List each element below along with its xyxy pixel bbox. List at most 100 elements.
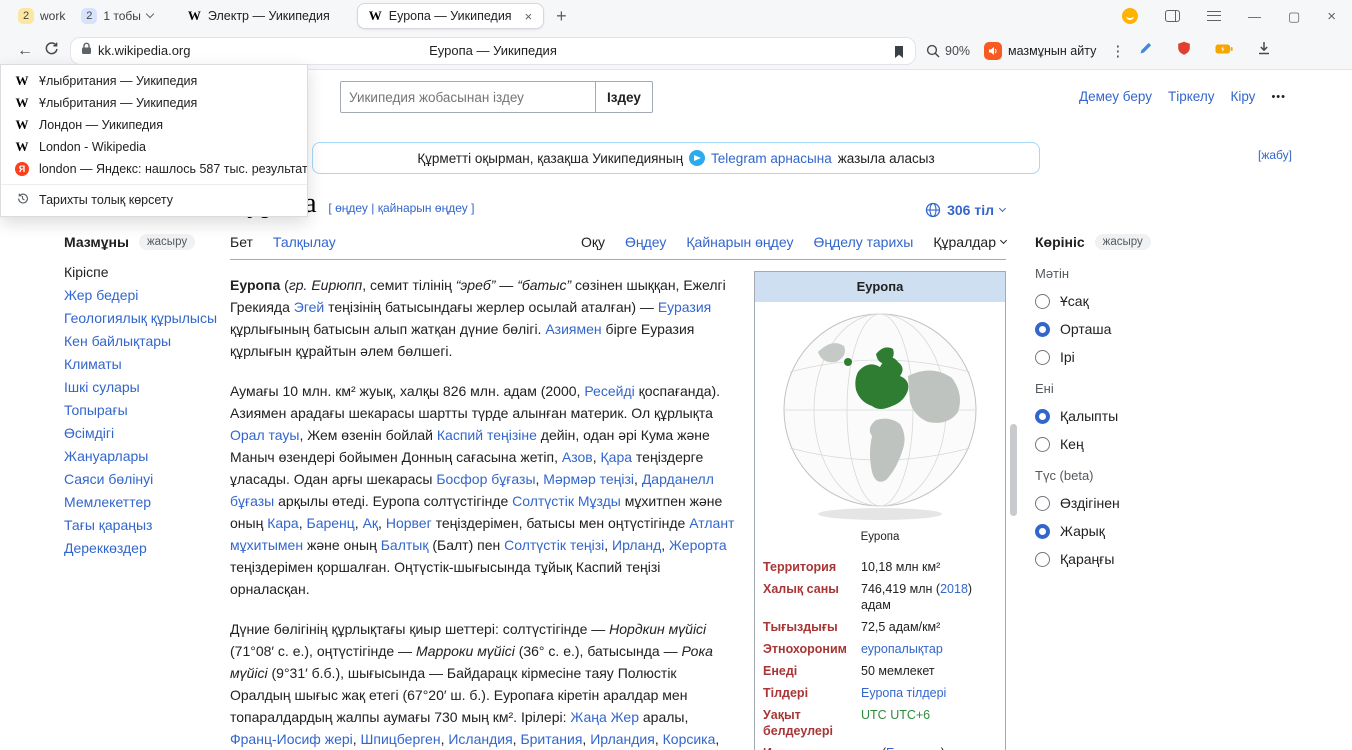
radio-checked-icon[interactable] — [1035, 322, 1050, 337]
article-link[interactable]: Балтық — [381, 537, 429, 553]
article-link[interactable]: Корсика — [663, 731, 716, 747]
article-link[interactable]: Ақ — [363, 515, 378, 531]
toc-item[interactable]: Жер бедері — [64, 288, 222, 302]
suggestion-item[interactable]: WЛондон — Уикипедия — [1, 114, 307, 136]
infobox-image[interactable] — [755, 302, 1005, 522]
toc-item[interactable]: Кіріспе — [64, 265, 222, 279]
download-icon[interactable] — [1257, 41, 1271, 60]
window-minimize-button[interactable]: — — [1248, 10, 1261, 23]
zoom-control[interactable]: 90% — [926, 44, 970, 58]
radio-icon[interactable] — [1035, 350, 1050, 365]
page-tab-қайнарын-өңдеу[interactable]: Қайнарын өңдеу — [686, 234, 793, 250]
title-edit-links[interactable]: [ өңдеу | қайнарын өңдеу ] — [328, 201, 474, 215]
toc-item[interactable]: Өсімдігі — [64, 426, 222, 440]
appearance-option[interactable]: Орташа — [1035, 321, 1180, 337]
article-link[interactable]: еуропалықтар — [861, 642, 943, 656]
reload-icon[interactable] — [38, 41, 64, 61]
article-link[interactable]: Азиямен — [545, 321, 601, 337]
article-link[interactable]: Солтүстік теңізі — [504, 537, 604, 553]
toc-item[interactable]: Ішкі сулары — [64, 380, 222, 394]
article-link[interactable]: Франц-Иосиф жері — [230, 731, 353, 747]
promo-icon[interactable] — [1122, 8, 1138, 24]
suggestion-item[interactable]: Яlondon — Яндекс: нашлось 587 тыс. резул… — [1, 158, 307, 180]
tab-group-1toby[interactable]: 2 1 тобы — [73, 4, 161, 28]
article-link[interactable]: Норвег — [386, 515, 432, 531]
radio-icon[interactable] — [1035, 437, 1050, 452]
radio-icon[interactable] — [1035, 496, 1050, 511]
article-link[interactable]: Жерорта — [669, 537, 727, 553]
article-link[interactable]: Британия — [520, 731, 582, 747]
page-tab-өңдеу[interactable]: Өңдеу — [625, 234, 666, 250]
article-link[interactable]: Қара — [601, 449, 633, 465]
article-link[interactable]: 2018 — [940, 582, 968, 596]
radio-icon[interactable] — [1035, 294, 1050, 309]
utc-link[interactable]: UTC+6 — [890, 708, 930, 722]
toc-item[interactable]: Мемлекеттер — [64, 495, 222, 509]
toc-hide-button[interactable]: жасыру — [139, 234, 195, 250]
article-link[interactable]: Мәрмәр теңізі — [543, 471, 634, 487]
language-selector-button[interactable]: 306 тіл — [925, 202, 1005, 218]
more-user-options-icon[interactable]: ••• — [1271, 91, 1286, 103]
page-tab-талқылау[interactable]: Талқылау — [273, 234, 336, 250]
article-link[interactable]: Исландия — [448, 731, 512, 747]
search-button[interactable]: Іздеу — [595, 81, 653, 113]
tab-electr-wikipedia[interactable]: W Электр — Уикипедия — [177, 3, 341, 29]
search-input[interactable] — [340, 81, 596, 113]
article-link[interactable]: Баренц — [307, 515, 355, 531]
article-link[interactable]: Еуразия — [658, 299, 711, 315]
article-link[interactable]: Ресейді — [584, 383, 634, 399]
edit-pencil-icon[interactable] — [1139, 41, 1153, 60]
page-tab-бет[interactable]: Бет — [230, 234, 253, 250]
article-link[interactable]: Каспий теңізіне — [437, 427, 537, 443]
appearance-option[interactable]: Өздігінен — [1035, 495, 1180, 511]
menu-icon[interactable] — [1207, 11, 1221, 21]
side-panel-icon[interactable] — [1165, 10, 1180, 22]
address-bar[interactable]: kk.wikipedia.org Еуропа — Уикипедия — [70, 37, 916, 65]
article-link[interactable]: Еуропа тілдері — [861, 686, 946, 700]
new-tab-button[interactable]: + — [556, 6, 567, 27]
article-link[interactable]: Босфор бұғазы — [436, 471, 535, 487]
article-link[interactable]: Ирландия — [590, 731, 655, 747]
page-tab-өңделу-тарихы[interactable]: Өңделу тарихы — [813, 234, 913, 250]
header-link[interactable]: Демеу беру — [1079, 89, 1152, 104]
header-link[interactable]: Тіркелу — [1168, 89, 1215, 104]
article-link[interactable]: Жаңа Жер — [570, 709, 639, 725]
suggestion-item[interactable]: WҰлыбритания — Уикипедия — [1, 70, 307, 92]
toc-item[interactable]: Дереккөздер — [64, 541, 222, 555]
bookmark-flag-icon[interactable] — [893, 45, 905, 64]
page-tab-оқу[interactable]: Оқу — [581, 234, 605, 250]
article-link[interactable]: Солтүстік Мұзды — [512, 493, 621, 509]
radio-icon[interactable] — [1035, 552, 1050, 567]
appearance-option[interactable]: Ірі — [1035, 349, 1180, 365]
article-link[interactable]: Эгей — [294, 299, 324, 315]
appearance-option[interactable]: Жарық — [1035, 523, 1180, 539]
window-maximize-button[interactable]: ▢ — [1288, 10, 1300, 23]
protect-shield-icon[interactable] — [1177, 41, 1191, 61]
article-link[interactable]: Еуроодақ — [886, 746, 941, 750]
toc-item[interactable]: Жануарлары — [64, 449, 222, 463]
more-options-icon[interactable]: ⋮ — [1110, 42, 1125, 60]
toc-item[interactable]: Климаты — [64, 357, 222, 371]
article-link[interactable]: Азов — [562, 449, 593, 465]
radio-checked-icon[interactable] — [1035, 409, 1050, 424]
appearance-option[interactable]: Кең — [1035, 436, 1180, 452]
appearance-option[interactable]: Ұсақ — [1035, 293, 1180, 309]
article-link[interactable]: Ирланд — [612, 537, 661, 553]
article-link[interactable]: Шпицберген — [361, 731, 441, 747]
appearance-option[interactable]: Қараңғы — [1035, 551, 1180, 567]
appearance-option[interactable]: Қалыпты — [1035, 408, 1180, 424]
tab-group-work[interactable]: 2 work — [10, 4, 73, 28]
content-scrollbar[interactable] — [1010, 424, 1017, 516]
appearance-hide-button[interactable]: жасыру — [1095, 234, 1151, 250]
article-link[interactable]: Кара — [267, 515, 299, 531]
battery-saver-icon[interactable] — [1215, 42, 1233, 60]
utc-link[interactable]: UTC — [861, 708, 887, 722]
banner-close-link[interactable]: [жабу] — [1258, 148, 1292, 162]
toc-item[interactable]: Саяси бөлінуі — [64, 472, 222, 486]
page-tab-құралдар[interactable]: Құралдар — [933, 234, 1006, 250]
toc-item[interactable]: Тағы қараңыз — [64, 518, 222, 532]
suggestion-item[interactable]: Тарихты толық көрсету — [1, 184, 307, 210]
window-close-button[interactable]: × — [1327, 9, 1336, 24]
radio-checked-icon[interactable] — [1035, 524, 1050, 539]
toc-item[interactable]: Топырағы — [64, 403, 222, 417]
